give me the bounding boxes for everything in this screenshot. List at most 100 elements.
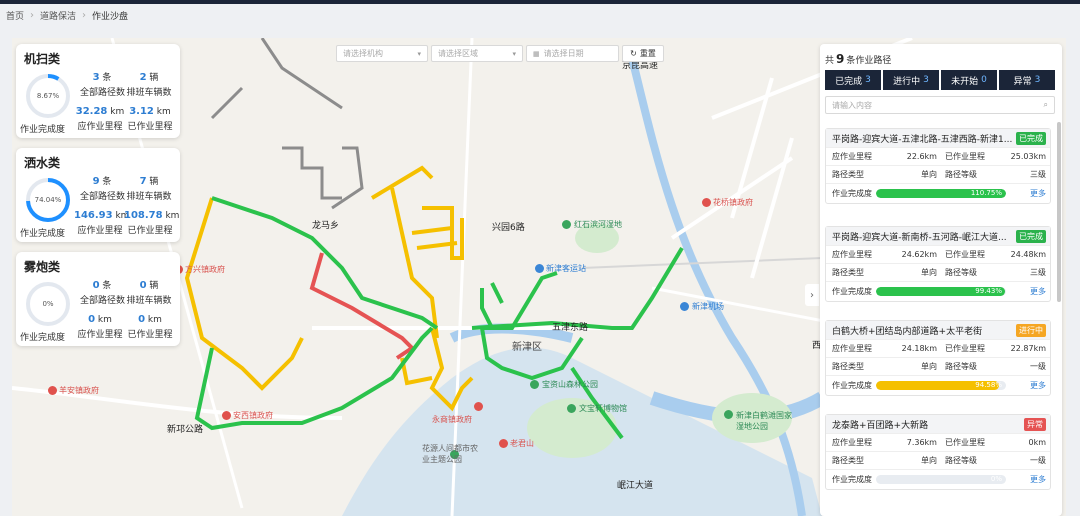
routes-stat: 3 条 全部路径数 (80, 70, 125, 98)
plan-label: 应作业里程 (77, 226, 123, 236)
tab-count: 3 (923, 75, 929, 85)
tab-completed[interactable]: 已完成 3 (825, 70, 881, 90)
done-value: 0km (1028, 438, 1046, 447)
scenic-spot-icon[interactable] (499, 439, 508, 448)
map-label-xinjin-station: 新津客运站 (546, 264, 586, 273)
more-link[interactable]: 更多 (1030, 380, 1046, 391)
more-link[interactable]: 更多 (1030, 286, 1046, 297)
map-label-baozi-park: 宝资山森林公园 (542, 380, 598, 389)
tab-count: 3 (1034, 75, 1041, 85)
tab-label: 进行中 (893, 76, 921, 87)
wetland-icon[interactable] (562, 220, 571, 229)
government-icon[interactable] (222, 411, 231, 420)
reset-button-label: 重置 (639, 49, 656, 58)
route-progress-row: 作业完成度 110.75% 更多 (826, 183, 1050, 203)
tab-abnormal[interactable]: 异常 3 (999, 70, 1055, 90)
plan-unit: km (110, 107, 125, 117)
done-label: 已作业里程 (127, 226, 173, 236)
done-unit: km (165, 211, 180, 221)
breadcrumb-separator-icon: › (30, 9, 35, 21)
done-unit: km (147, 315, 162, 325)
route-header: 平岗路-迎宾大道-五津北路-五津西路-新津1... 已完成 (826, 129, 1050, 147)
progress-value: 110.75% (970, 189, 1002, 197)
card-title: 机扫类 (24, 52, 61, 66)
done-mileage-stat: 0 km 已作业里程 (124, 314, 176, 340)
park-icon[interactable] (724, 410, 733, 419)
map-label-yongshang: 永商镇政府 (432, 415, 472, 424)
org-select[interactable]: 请选择机构 ▾ (336, 45, 428, 62)
breadcrumb-home[interactable]: 首页 (6, 9, 24, 22)
area-select-placeholder: 请选择区域 (438, 49, 478, 58)
routes-label: 全部路径数 (80, 296, 126, 306)
map-label-airport: 新津机场 (692, 302, 724, 311)
plan-value: 24.18km (901, 344, 937, 353)
completion-percent: 8.67% (36, 92, 60, 100)
progress-bar: 0% (876, 475, 1006, 484)
route-item[interactable]: 白鹤大桥+团结岛内部道路+太平老街 进行中 应作业里程 24.18km 已作业里… (825, 320, 1051, 396)
chevron-right-icon: › (810, 289, 814, 301)
route-item[interactable]: 平岗路-迎宾大道-新南桥-五河路-岷江大道... 已完成 应作业里程 24.62… (825, 226, 1051, 302)
airport-icon[interactable] (680, 302, 689, 311)
map-label-huayuan: 花源人间都市农业主题公园 (422, 444, 478, 464)
level-label: 路径等级 (944, 170, 977, 179)
done-unit: km (156, 107, 171, 117)
vehicles-label: 排班车辆数 (126, 296, 172, 306)
panel-scrollbar[interactable] (1057, 122, 1061, 302)
status-badge: 已完成 (1016, 131, 1046, 145)
route-header: 白鹤大桥+团结岛内部道路+太平老街 进行中 (826, 321, 1050, 339)
map-label-anxi: 安西镇政府 (233, 411, 273, 420)
route-name: 白鹤大桥+团结岛内部道路+太平老街 (832, 326, 983, 337)
completion-label: 作业完成度 (20, 229, 66, 239)
progress-label: 作业完成度 (832, 287, 872, 296)
route-mileage-row: 应作业里程 22.6km 已作业里程 25.03km (826, 147, 1050, 165)
government-icon[interactable] (702, 198, 711, 207)
level-value: 一级 (1030, 362, 1046, 371)
route-item[interactable]: 平岗路-迎宾大道-五津北路-五津西路-新津1... 已完成 应作业里程 22.6… (825, 128, 1051, 204)
done-value: 22.87km (1010, 344, 1046, 353)
vehicles-stat: 7 辆 排班车辆数 (126, 174, 172, 202)
routes-label: 全部路径数 (80, 192, 126, 202)
done-mileage: 3.12 (129, 106, 154, 117)
routes-count: 9 (92, 176, 100, 187)
reset-button[interactable]: ↻ 重置 (622, 45, 664, 62)
map-label-baihe: 新津白鹤滩国家湿地公园 (736, 411, 792, 431)
more-link[interactable]: 更多 (1030, 188, 1046, 199)
map-label-museum: 文宝轩博物馆 (579, 404, 627, 413)
bus-station-icon[interactable] (535, 264, 544, 273)
route-progress-row: 作业完成度 94.58% 更多 (826, 375, 1050, 395)
date-picker[interactable]: ▦ 请选择日期 (526, 45, 619, 62)
government-icon[interactable] (48, 386, 57, 395)
area-select[interactable]: 请选择区域 ▾ (431, 45, 523, 62)
route-search-input[interactable]: 请输入内容 ⌕ (825, 96, 1055, 114)
map-label-wujin-road: 五津东路 (552, 323, 589, 333)
status-badge: 已完成 (1016, 229, 1046, 243)
museum-icon[interactable] (567, 404, 576, 413)
type-label: 路径类型 (832, 456, 864, 465)
tab-count: 0 (981, 75, 987, 85)
type-label: 路径类型 (832, 170, 864, 179)
park-icon[interactable] (530, 380, 539, 389)
route-mileage-row: 应作业里程 24.62km 已作业里程 24.48km (826, 245, 1050, 263)
government-icon[interactable] (474, 402, 483, 411)
plan-mileage: 0 (88, 314, 96, 325)
completion-label: 作业完成度 (20, 125, 66, 135)
level-value: 三级 (1030, 268, 1046, 277)
card-title: 雾炮类 (24, 260, 61, 274)
tab-not-started[interactable]: 未开始 0 (941, 70, 997, 90)
progress-label: 作业完成度 (832, 475, 872, 484)
routes-unit: 条 (102, 177, 112, 187)
done-mileage: 0 (138, 314, 146, 325)
route-type-row: 路径类型 单向 路径等级 一级 (826, 357, 1050, 375)
plan-label: 应作业里程 (832, 438, 872, 447)
tab-in-progress[interactable]: 进行中 3 (883, 70, 939, 90)
breadcrumb-road-cleaning[interactable]: 道路保洁 (40, 9, 76, 22)
card-title: 洒水类 (24, 156, 61, 170)
route-count-suffix: 条作业路径 (846, 56, 892, 66)
progress-value: 0% (990, 475, 1002, 483)
more-link[interactable]: 更多 (1030, 474, 1046, 485)
progress-value: 99.43% (975, 287, 1002, 295)
route-item[interactable]: 龙泰路+百团路+大新路 异常 应作业里程 7.36km 已作业里程 0km 路径… (825, 414, 1051, 490)
panel-collapse-button[interactable]: › (805, 284, 819, 306)
done-label: 已作业里程 (944, 344, 985, 353)
date-picker-placeholder: 请选择日期 (543, 49, 584, 58)
